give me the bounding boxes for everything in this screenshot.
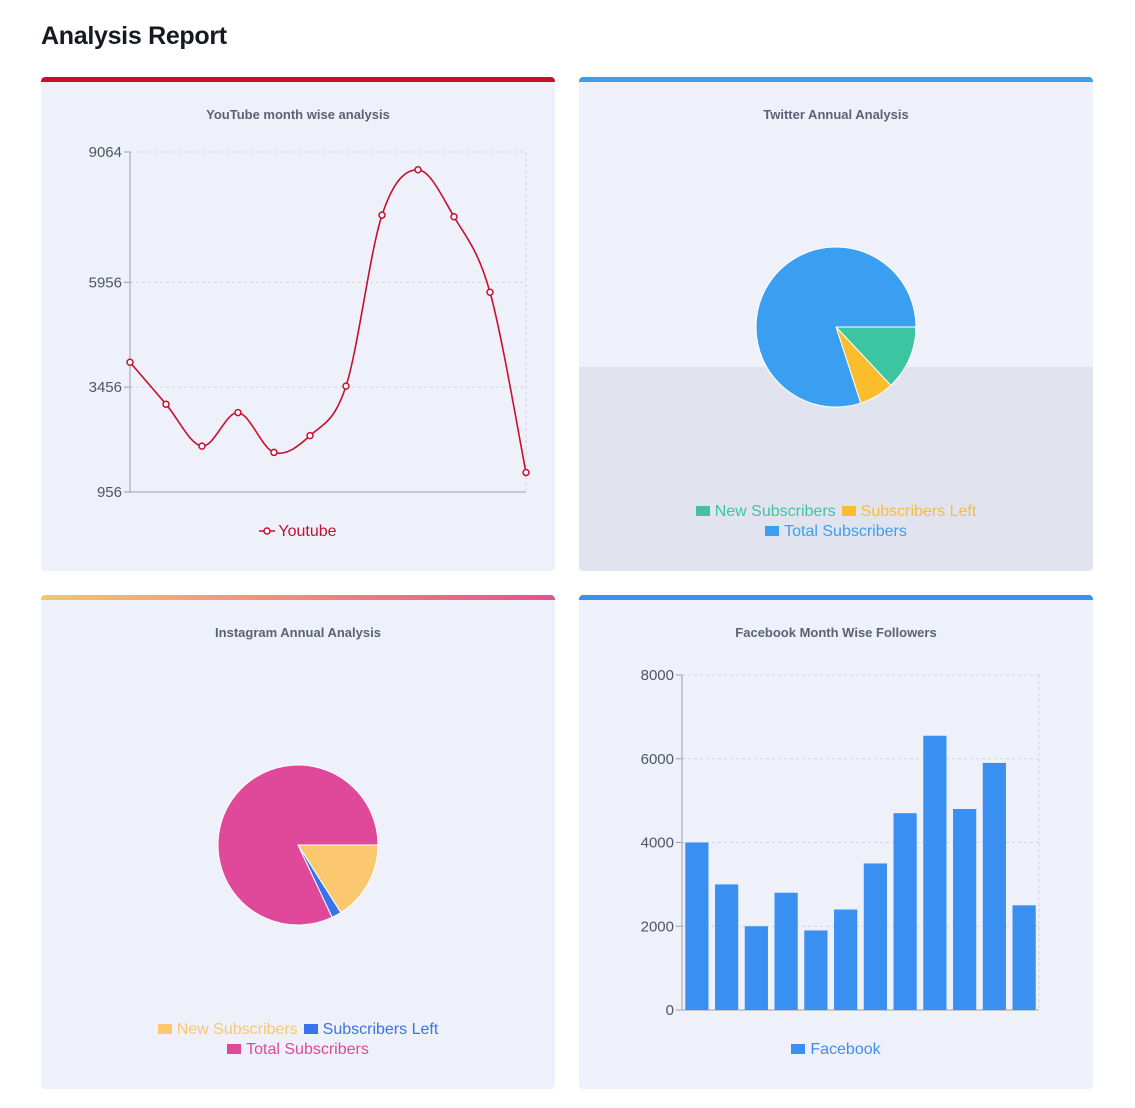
bar[interactable]: [1012, 905, 1036, 1010]
data-point[interactable]: [306, 431, 314, 440]
data-point[interactable]: [126, 358, 134, 367]
legend-label: Subscribers Left: [860, 503, 977, 520]
legend-item[interactable]: Subscribers Left: [303, 1020, 439, 1040]
legend-swatch: [227, 1044, 242, 1054]
data-point[interactable]: [234, 408, 242, 417]
twitter-pie-chart: [755, 246, 917, 408]
data-point[interactable]: [342, 382, 350, 390]
legend-label-facebook: Facebook: [810, 1041, 881, 1058]
bar[interactable]: [774, 892, 798, 1010]
bar[interactable]: [982, 762, 1006, 1010]
page-title: Analysis Report: [41, 22, 227, 50]
legend-swatch: [791, 1044, 806, 1054]
bar[interactable]: [744, 926, 768, 1010]
line-marker-icon: [259, 527, 276, 535]
bar[interactable]: [863, 863, 887, 1010]
youtube-chart-card: YouTube month wise analysis 956 3456 5956 9…: [41, 77, 555, 571]
instagram-pie-chart: [217, 764, 379, 926]
legend-item[interactable]: Total Subscribers: [765, 522, 907, 542]
legend-label: New Subscribers: [714, 503, 836, 520]
legend-item[interactable]: New Subscribers: [695, 502, 836, 522]
legend-swatch: [695, 506, 710, 516]
legend-item[interactable]: Subscribers Left: [841, 502, 977, 522]
twitter-chart-card: Twitter Annual Analysis New Subscribers S…: [579, 77, 1093, 571]
legend-item-facebook[interactable]: Facebook: [791, 1040, 881, 1060]
legend-swatch: [303, 1024, 318, 1034]
youtube-legend: Youtube: [41, 522, 555, 542]
instagram-chart-card: Instagram Annual Analysis New Subscriber…: [41, 595, 555, 1089]
y-tick-label: 5956: [89, 274, 122, 291]
y-tick-label: 6000: [641, 751, 674, 768]
bar[interactable]: [923, 735, 947, 1010]
y-tick-label: 2000: [641, 918, 674, 935]
y-tick-label: 4000: [641, 835, 674, 852]
data-point[interactable]: [378, 211, 386, 219]
legend-item[interactable]: New Subscribers: [157, 1020, 298, 1040]
legend-label: Total Subscribers: [784, 523, 907, 540]
y-tick-label: 3456: [89, 379, 122, 396]
y-tick-label: 0: [666, 1002, 674, 1019]
bar[interactable]: [685, 842, 709, 1011]
y-tick-label: 9064: [89, 144, 122, 161]
legend-swatch: [157, 1024, 172, 1034]
twitter-legend: New Subscribers Subscribers Left Total Sub…: [579, 502, 1093, 542]
y-tick-label: 956: [97, 484, 122, 501]
legend-label: Total Subscribers: [246, 1041, 369, 1058]
data-point[interactable]: [522, 468, 530, 477]
bar[interactable]: [893, 813, 917, 1010]
data-point[interactable]: [198, 442, 206, 450]
legend-item[interactable]: Total Subscribers: [227, 1040, 369, 1060]
bar[interactable]: [804, 930, 828, 1010]
data-point[interactable]: [162, 400, 170, 408]
facebook-bar-chart: 0 2000 4000 6000 8000: [641, 667, 1040, 1019]
bar[interactable]: [834, 909, 858, 1011]
legend-label: New Subscribers: [176, 1021, 298, 1038]
y-tick-label: 8000: [641, 667, 674, 684]
legend-swatch: [841, 506, 856, 516]
bar[interactable]: [715, 884, 739, 1010]
instagram-legend: New Subscribers Subscribers Left Total Sub…: [41, 1020, 555, 1060]
youtube-series-line: [129, 168, 527, 473]
data-point[interactable]: [450, 212, 458, 221]
data-point[interactable]: [486, 288, 494, 296]
bar[interactable]: [953, 809, 977, 1010]
legend-label-youtube: Youtube: [278, 523, 337, 540]
youtube-line-chart: 956 3456 5956 9064: [89, 144, 530, 501]
data-point[interactable]: [414, 166, 422, 174]
facebook-chart-card: Facebook Month Wise Followers 0 2000 4000 6…: [579, 595, 1093, 1089]
facebook-legend: Facebook: [579, 1040, 1093, 1060]
data-point[interactable]: [270, 448, 278, 457]
legend-swatch: [765, 526, 780, 536]
legend-label: Subscribers Left: [322, 1021, 439, 1038]
legend-item-youtube[interactable]: Youtube: [259, 522, 337, 542]
